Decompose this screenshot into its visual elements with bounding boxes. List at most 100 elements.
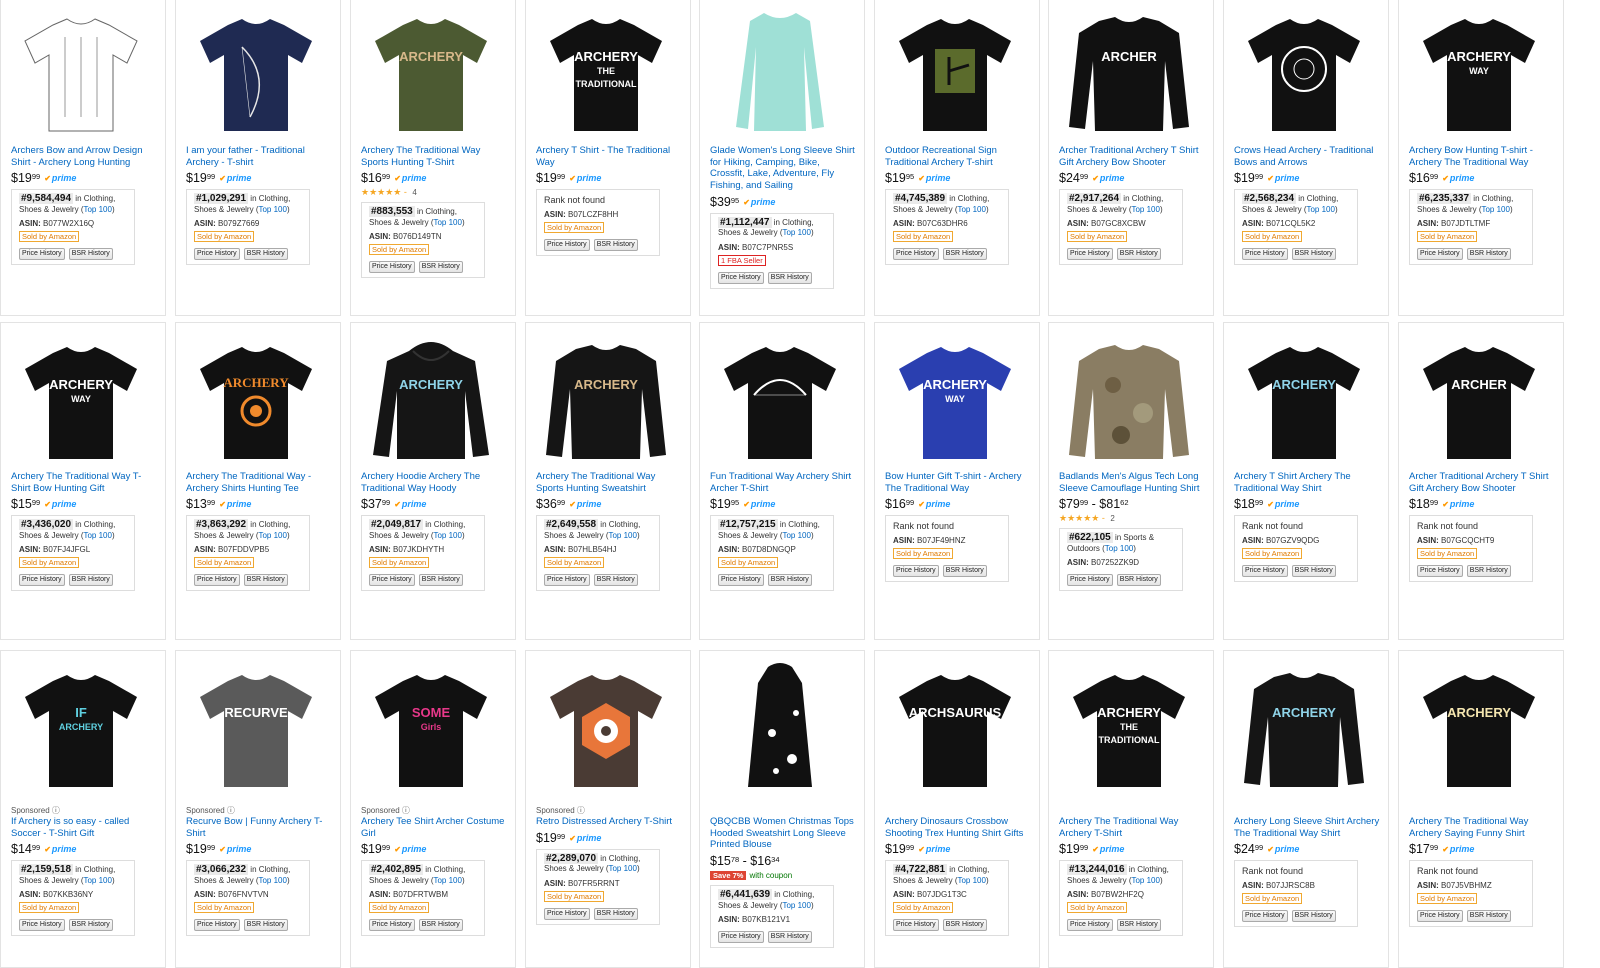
price-history-button[interactable]: Price History xyxy=(718,574,764,587)
product-title-link[interactable]: Archery T Shirt Archery The Traditional … xyxy=(1234,471,1380,494)
price-history-button[interactable]: Price History xyxy=(1417,565,1463,578)
product-image[interactable] xyxy=(190,7,322,135)
price-history-button[interactable]: Price History xyxy=(19,248,65,261)
product-title-link[interactable]: Archery Dinosaurs Crossbow Shooting Trex… xyxy=(885,816,1031,839)
bsr-history-button[interactable]: BSR History xyxy=(68,574,113,587)
product-title-link[interactable]: Archer Traditional Archery T Shirt Gift … xyxy=(1409,471,1555,494)
product-title-link[interactable]: Archery Bow Hunting T-shirt - Archery Th… xyxy=(1409,145,1555,168)
top100-link[interactable]: Top 100 xyxy=(258,205,286,214)
product-title-link[interactable]: Archer Traditional Archery T Shirt Gift … xyxy=(1059,145,1205,168)
product-title-link[interactable]: Fun Traditional Way Archery Shirt Archer… xyxy=(710,471,856,494)
bsr-history-button[interactable]: BSR History xyxy=(418,574,463,587)
bsr-history-button[interactable]: BSR History xyxy=(593,239,638,252)
price-history-button[interactable]: Price History xyxy=(893,565,939,578)
top100-link[interactable]: Top 100 xyxy=(258,531,286,540)
top100-link[interactable]: Top 100 xyxy=(1131,876,1159,885)
bsr-history-button[interactable]: BSR History xyxy=(767,931,812,944)
bsr-history-button[interactable]: BSR History xyxy=(418,261,463,274)
product-image[interactable]: ARCHERY THE TRADITIONAL xyxy=(540,7,672,135)
price-history-button[interactable]: Price History xyxy=(19,574,65,587)
top100-link[interactable]: Top 100 xyxy=(433,876,461,885)
bsr-history-button[interactable]: BSR History xyxy=(243,248,288,261)
product-title-link[interactable]: Archery The Traditional Way - Archery Sh… xyxy=(186,471,332,494)
product-image[interactable] xyxy=(714,335,846,463)
bsr-history-button[interactable]: BSR History xyxy=(593,574,638,587)
top100-link[interactable]: Top 100 xyxy=(1481,205,1509,214)
bsr-history-button[interactable]: BSR History xyxy=(1466,248,1511,261)
price-history-button[interactable]: Price History xyxy=(1417,248,1463,261)
price-history-button[interactable]: Price History xyxy=(544,239,590,252)
product-title-link[interactable]: Archery The Traditional Way Sports Hunti… xyxy=(536,471,682,494)
price-history-button[interactable]: Price History xyxy=(544,574,590,587)
product-image[interactable]: ARCHERY xyxy=(365,7,497,135)
price-history-button[interactable]: Price History xyxy=(194,574,240,587)
bsr-history-button[interactable]: BSR History xyxy=(68,919,113,932)
product-title-link[interactable]: Retro Distressed Archery T-Shirt xyxy=(536,816,682,828)
bsr-history-button[interactable]: BSR History xyxy=(1116,248,1161,261)
price-history-button[interactable]: Price History xyxy=(194,248,240,261)
product-title-link[interactable]: If Archery is so easy - called Soccer - … xyxy=(11,816,157,839)
top100-link[interactable]: Top 100 xyxy=(433,218,461,227)
top100-link[interactable]: Top 100 xyxy=(1105,544,1133,553)
price-history-button[interactable]: Price History xyxy=(1242,910,1288,923)
price-history-button[interactable]: Price History xyxy=(1242,565,1288,578)
product-image[interactable]: ARCHERY xyxy=(540,335,672,463)
price-history-button[interactable]: Price History xyxy=(1067,248,1113,261)
top100-link[interactable]: Top 100 xyxy=(258,876,286,885)
price-history-button[interactable]: Price History xyxy=(369,574,415,587)
product-image[interactable]: ARCHERY xyxy=(1238,663,1370,791)
top100-link[interactable]: Top 100 xyxy=(782,228,810,237)
product-image[interactable]: ARCHERY xyxy=(1413,663,1545,791)
product-image[interactable] xyxy=(540,663,672,791)
product-image[interactable] xyxy=(889,7,1021,135)
product-title-link[interactable]: Archery The Traditional Way T-Shirt Bow … xyxy=(11,471,157,494)
bsr-history-button[interactable]: BSR History xyxy=(243,919,288,932)
product-image[interactable]: ARCHERY THE TRADITIONAL xyxy=(1063,663,1195,791)
price-history-button[interactable]: Price History xyxy=(893,919,939,932)
bsr-history-button[interactable]: BSR History xyxy=(1116,574,1161,587)
bsr-history-button[interactable]: BSR History xyxy=(942,248,987,261)
top100-link[interactable]: Top 100 xyxy=(957,876,985,885)
product-image[interactable]: ARCHERY xyxy=(365,335,497,463)
bsr-history-button[interactable]: BSR History xyxy=(1291,910,1336,923)
top100-link[interactable]: Top 100 xyxy=(1306,205,1334,214)
product-image[interactable] xyxy=(1238,7,1370,135)
bsr-history-button[interactable]: BSR History xyxy=(767,574,812,587)
bsr-history-button[interactable]: BSR History xyxy=(418,919,463,932)
product-image[interactable] xyxy=(714,7,846,135)
price-history-button[interactable]: Price History xyxy=(194,919,240,932)
price-history-button[interactable]: Price History xyxy=(1067,574,1113,587)
top100-link[interactable]: Top 100 xyxy=(957,205,985,214)
price-history-button[interactable]: Price History xyxy=(893,248,939,261)
bsr-history-button[interactable]: BSR History xyxy=(767,271,812,284)
price-history-button[interactable]: Price History xyxy=(369,919,415,932)
bsr-history-button[interactable]: BSR History xyxy=(68,248,113,261)
top100-link[interactable]: Top 100 xyxy=(1131,205,1159,214)
product-title-link[interactable]: Badlands Men's Algus Tech Long Sleeve Ca… xyxy=(1059,471,1205,494)
product-title-link[interactable]: Archery The Traditional Way Sports Hunti… xyxy=(361,145,507,168)
bsr-history-button[interactable]: BSR History xyxy=(942,919,987,932)
price-history-button[interactable]: Price History xyxy=(718,931,764,944)
product-title-link[interactable]: Archery T Shirt - The Traditional Way xyxy=(536,145,682,168)
product-image[interactable]: RECURVE xyxy=(190,663,322,791)
price-history-button[interactable]: Price History xyxy=(544,907,590,920)
product-image[interactable]: ARCHERY xyxy=(190,335,322,463)
bsr-history-button[interactable]: BSR History xyxy=(593,907,638,920)
product-title-link[interactable]: Archery Tee Shirt Archer Costume Girl xyxy=(361,816,507,839)
product-title-link[interactable]: Outdoor Recreational Sign Traditional Ar… xyxy=(885,145,1031,168)
product-image[interactable]: ARCHERY WAY xyxy=(889,335,1021,463)
product-image[interactable] xyxy=(714,663,846,791)
product-title-link[interactable]: Glade Women's Long Sleeve Shirt for Hiki… xyxy=(710,145,856,192)
price-history-button[interactable]: Price History xyxy=(19,919,65,932)
bsr-history-button[interactable]: BSR History xyxy=(942,565,987,578)
product-image[interactable]: IF ARCHERY xyxy=(15,663,147,791)
price-history-button[interactable]: Price History xyxy=(1242,248,1288,261)
top100-link[interactable]: Top 100 xyxy=(608,531,636,540)
product-title-link[interactable]: I am your father - Traditional Archery -… xyxy=(186,145,332,168)
product-image[interactable]: ARCHSAURUS xyxy=(889,663,1021,791)
product-image[interactable]: ARCHERY WAY xyxy=(1413,7,1545,135)
product-image[interactable]: ARCHERY xyxy=(1238,335,1370,463)
product-image[interactable]: ARCHER xyxy=(1413,335,1545,463)
product-title-link[interactable]: Bow Hunter Gift T-shirt - Archery The Tr… xyxy=(885,471,1031,494)
product-title-link[interactable]: QBQCBB Women Christmas Tops Hooded Sweat… xyxy=(710,816,856,851)
